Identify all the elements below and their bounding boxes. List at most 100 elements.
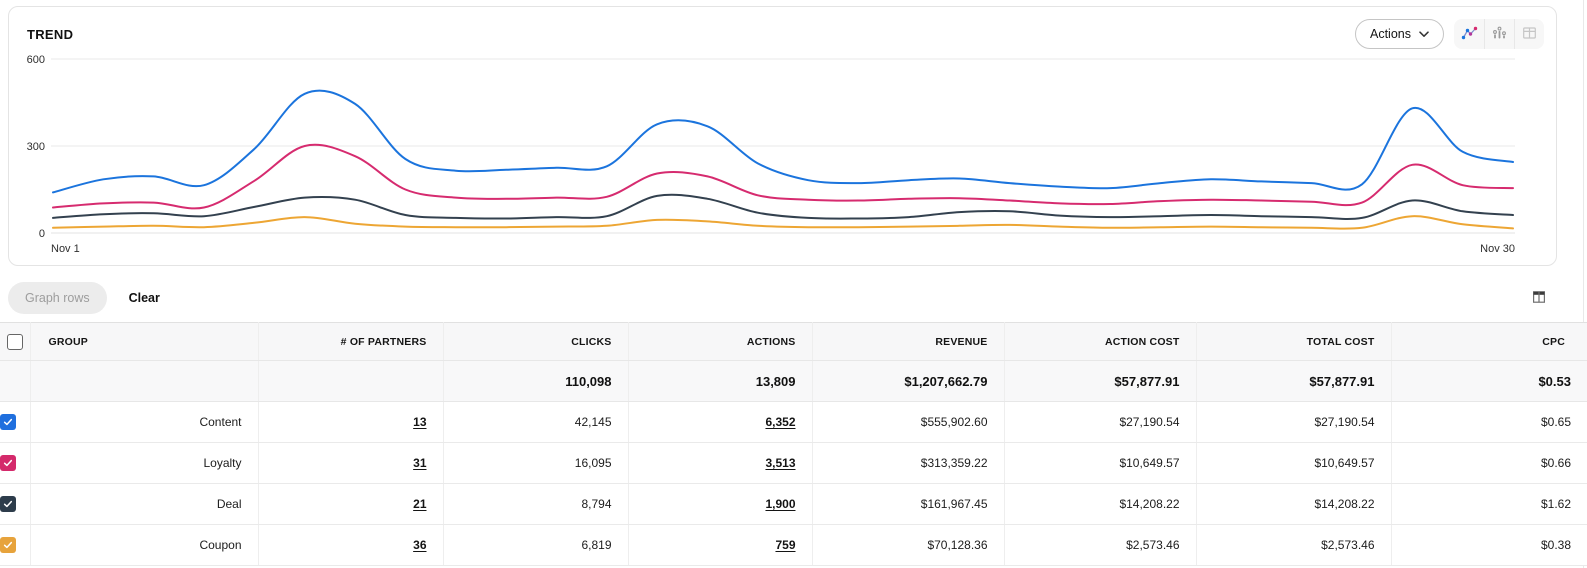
totals-action-cost: $57,877.91 — [1004, 361, 1196, 402]
col-header-cpc[interactable]: CPC — [1391, 323, 1587, 361]
series-line-content — [53, 91, 1513, 193]
cell-cpc: $0.66 — [1391, 443, 1587, 484]
row-checkbox[interactable] — [0, 455, 16, 471]
cell-group: Content — [30, 402, 258, 443]
select-all-cell — [0, 323, 30, 361]
cell-action-cost: $14,208.22 — [1004, 484, 1196, 525]
groups-table: GROUP # OF PARTNERS CLICKS ACTIONS REVEN… — [0, 322, 1587, 566]
cell-action-cost: $10,649.57 — [1004, 443, 1196, 484]
cell-clicks: 8,794 — [443, 484, 628, 525]
cell-revenue: $70,128.36 — [812, 525, 1004, 566]
actions-link[interactable]: 759 — [775, 538, 795, 552]
table-toolbar: Graph rows Clear — [8, 281, 1579, 314]
totals-row: 110,098 13,809 $1,207,662.79 $57,877.91 … — [0, 361, 1587, 402]
partners-link[interactable]: 31 — [413, 456, 426, 470]
y-tick-300: 300 — [27, 141, 45, 153]
totals-total-cost: $57,877.91 — [1196, 361, 1391, 402]
line-chart-icon — [1461, 25, 1478, 44]
col-header-action-cost[interactable]: ACTION COST — [1004, 323, 1196, 361]
table-view-button[interactable] — [1514, 19, 1544, 49]
row-checkbox[interactable] — [0, 414, 16, 430]
table-grid-icon — [1521, 25, 1538, 44]
graph-rows-button[interactable]: Graph rows — [8, 282, 107, 314]
actions-link[interactable]: 3,513 — [765, 456, 795, 470]
col-header-group[interactable]: GROUP — [30, 323, 258, 361]
trend-card: TREND Actions — [8, 6, 1557, 266]
clear-button[interactable]: Clear — [129, 291, 160, 305]
row-checkbox-cell — [0, 402, 30, 443]
actions-button-label: Actions — [1370, 27, 1411, 41]
cell-revenue: $555,902.60 — [812, 402, 1004, 443]
cell-actions: 1,900 — [628, 484, 812, 525]
cell-clicks: 42,145 — [443, 402, 628, 443]
cell-partners: 13 — [258, 402, 443, 443]
table-row-deal: Deal 21 8,794 1,900 $161,967.45 $14,208.… — [0, 484, 1587, 525]
cell-action-cost: $27,190.54 — [1004, 402, 1196, 443]
trend-card-header: TREND Actions — [27, 18, 1544, 50]
cell-group: Deal — [30, 484, 258, 525]
line-chart-view-button[interactable] — [1454, 19, 1484, 49]
cell-revenue: $161,967.45 — [812, 484, 1004, 525]
cell-actions: 759 — [628, 525, 812, 566]
row-checkbox[interactable] — [0, 496, 16, 512]
row-checkbox-cell — [0, 484, 30, 525]
totals-checkbox-cell — [0, 361, 30, 402]
totals-group-cell — [30, 361, 258, 402]
chevron-down-icon — [1419, 27, 1429, 41]
actions-button[interactable]: Actions — [1355, 19, 1444, 49]
actions-link[interactable]: 6,352 — [765, 415, 795, 429]
cell-group: Coupon — [30, 525, 258, 566]
chart-series — [53, 91, 1513, 229]
row-checkbox-cell — [0, 443, 30, 484]
series-line-loyalty — [53, 145, 1513, 209]
trend-chart: 600 300 0 Nov 1 Nov 30 — [9, 49, 1556, 263]
x-label-start: Nov 1 — [51, 243, 80, 255]
col-header-clicks[interactable]: CLICKS — [443, 323, 628, 361]
cell-partners: 21 — [258, 484, 443, 525]
column-settings-button[interactable] — [1529, 288, 1549, 308]
totals-revenue: $1,207,662.79 — [812, 361, 1004, 402]
cell-partners: 31 — [258, 443, 443, 484]
x-label-end: Nov 30 — [1480, 243, 1515, 255]
table-row-loyalty: Loyalty 31 16,095 3,513 $313,359.22 $10,… — [0, 443, 1587, 484]
cell-total-cost: $2,573.46 — [1196, 525, 1391, 566]
page-title: TREND — [27, 27, 73, 42]
totals-actions: 13,809 — [628, 361, 812, 402]
table-row-content: Content 13 42,145 6,352 $555,902.60 $27,… — [0, 402, 1587, 443]
partners-link[interactable]: 36 — [413, 538, 426, 552]
cell-total-cost: $10,649.57 — [1196, 443, 1391, 484]
cell-partners: 36 — [258, 525, 443, 566]
view-switcher — [1454, 19, 1544, 49]
chart-gridlines — [51, 59, 1515, 233]
cell-revenue: $313,359.22 — [812, 443, 1004, 484]
row-checkbox-cell — [0, 525, 30, 566]
totals-clicks: 110,098 — [443, 361, 628, 402]
cell-cpc: $0.65 — [1391, 402, 1587, 443]
chart-controls: Actions — [1355, 19, 1544, 49]
table-row-coupon: Coupon 36 6,819 759 $70,128.36 $2,573.46… — [0, 525, 1587, 566]
totals-partners — [258, 361, 443, 402]
cell-action-cost: $2,573.46 — [1004, 525, 1196, 566]
cell-cpc: $0.38 — [1391, 525, 1587, 566]
table-header-row: GROUP # OF PARTNERS CLICKS ACTIONS REVEN… — [0, 323, 1587, 361]
col-header-partners[interactable]: # OF PARTNERS — [258, 323, 443, 361]
partners-link[interactable]: 21 — [413, 497, 426, 511]
col-header-revenue[interactable]: REVENUE — [812, 323, 1004, 361]
totals-cpc: $0.53 — [1391, 361, 1587, 402]
row-checkbox[interactable] — [0, 537, 16, 553]
y-tick-0: 0 — [39, 228, 45, 240]
partners-link[interactable]: 13 — [413, 415, 426, 429]
series-line-coupon — [53, 216, 1513, 229]
bar-chart-icon — [1491, 25, 1508, 44]
actions-link[interactable]: 1,900 — [765, 497, 795, 511]
cell-total-cost: $14,208.22 — [1196, 484, 1391, 525]
col-header-actions[interactable]: ACTIONS — [628, 323, 812, 361]
cell-actions: 3,513 — [628, 443, 812, 484]
y-tick-600: 600 — [27, 54, 45, 66]
select-all-checkbox[interactable] — [7, 334, 23, 350]
cell-clicks: 6,819 — [443, 525, 628, 566]
col-header-total-cost[interactable]: TOTAL COST — [1196, 323, 1391, 361]
bar-chart-view-button[interactable] — [1484, 19, 1514, 49]
column-settings-icon — [1531, 293, 1547, 308]
cell-cpc: $1.62 — [1391, 484, 1587, 525]
